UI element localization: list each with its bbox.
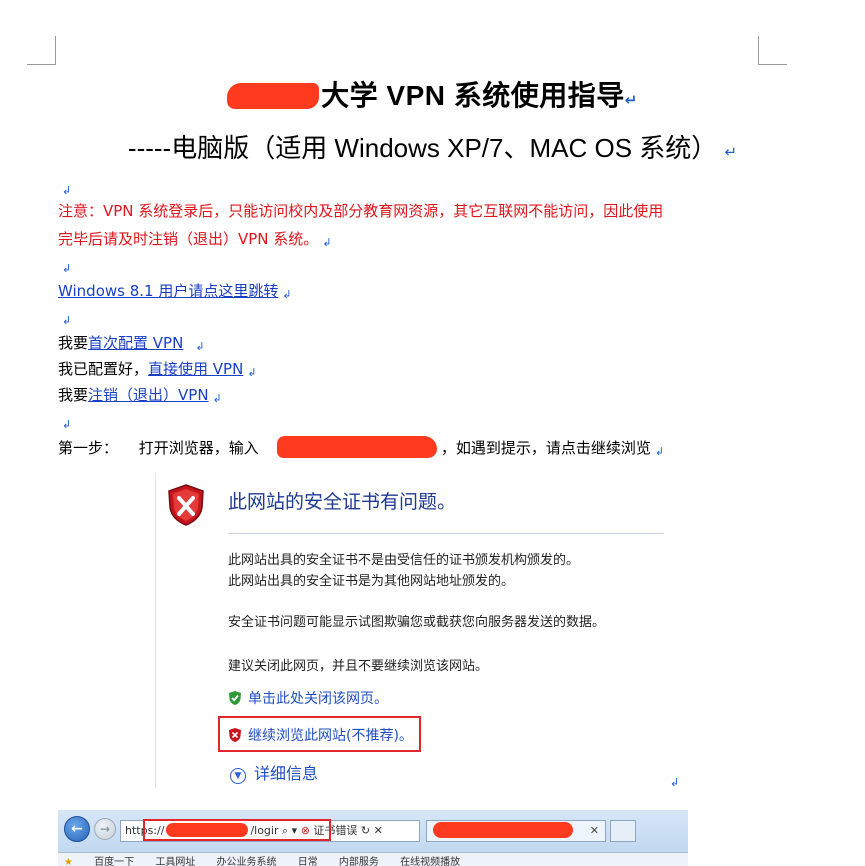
empty-paragraph: ↲	[58, 306, 71, 332]
paragraph-mark-icon: ↲	[247, 366, 257, 379]
favorite-item[interactable]: 百度一下	[94, 857, 134, 866]
cert-divider	[228, 533, 664, 534]
back-arrow-icon: ←	[71, 821, 83, 837]
paragraph-mark-icon: ↲	[62, 314, 72, 327]
forward-arrow-icon: →	[99, 822, 111, 836]
step1-text-before: 打开浏览器，输入	[138, 439, 259, 457]
notice-line-1: 注意：VPN 系统登录后，只能访问校内及部分教育网资源，其它互联网不能访问，因此…	[58, 202, 664, 220]
error-shield-icon	[168, 484, 204, 526]
highlight-box	[143, 819, 331, 841]
document-subtitle-text: -----电脑版（适用 Windows XP/7、MAC OS 系统）	[127, 133, 718, 163]
favorite-item[interactable]: 日常	[298, 857, 318, 866]
paragraph-mark-icon: ↲	[654, 445, 665, 458]
favorites-star-icon[interactable]: ★	[64, 857, 73, 866]
cert-heading: 此网站的安全证书有问题。	[228, 491, 457, 513]
direct-use-line: 我已配置好，直接使用 VPN ↲	[58, 358, 257, 384]
paragraph-mark-icon: ↵	[624, 91, 638, 109]
refresh-icon[interactable]: ↻	[361, 824, 370, 837]
first-config-line: 我要首次配置 VPN ↲	[58, 332, 205, 358]
logout-prefix: 我要	[58, 386, 89, 404]
page-corner-top-left	[27, 36, 56, 65]
paragraph-mark-icon: ↲	[670, 776, 680, 789]
logout-link[interactable]: 注销（退出）VPN	[88, 386, 209, 404]
green-shield-check-icon	[229, 691, 241, 705]
redacted-tab-title	[433, 822, 573, 838]
direct-use-prefix: 我已配置好，	[58, 360, 149, 378]
more-info-label: 详细信息	[254, 764, 319, 783]
browser-tab[interactable]: ✕	[426, 820, 606, 842]
paragraph-mark-icon: ↲	[62, 262, 72, 275]
paragraph-mark-icon: ↲	[62, 418, 72, 431]
paragraph-mark-icon: ↲	[62, 184, 72, 197]
redacted-url	[276, 436, 437, 458]
step1-line: 第一步： 打开浏览器，输入 ，如遇到提示，请点击继续浏览 ↲	[58, 436, 664, 463]
highlight-box	[218, 716, 421, 752]
first-config-link[interactable]: 首次配置 VPN	[88, 334, 183, 352]
empty-paragraph: ↲	[58, 176, 71, 202]
step1-label: 第一步：	[58, 439, 119, 457]
close-page-option[interactable]: 单击此处关闭该网页。	[228, 688, 388, 708]
notice-line-2-text: 完毕后请及时注销（退出）VPN 系统。	[58, 230, 319, 248]
favorite-item[interactable]: 办公业务系统	[217, 857, 277, 866]
more-info-toggle[interactable]: ▼ 详细信息	[230, 760, 318, 784]
first-config-prefix: 我要	[58, 334, 89, 352]
paragraph-mark-icon: ↲	[212, 392, 222, 405]
forward-button[interactable]: →	[94, 818, 116, 840]
browser-toolbar-screenshot: ← → https:///logir ⌕ ▾ ⊗ 证书错误 ↻ ✕ ✕ ★ 百度…	[58, 810, 688, 866]
certificate-error-screenshot: 此网站的安全证书有问题。 此网站出具的安全证书不是由受信任的证书颁发机构颁发的。…	[155, 473, 664, 788]
new-tab-button[interactable]	[610, 820, 636, 842]
page-corner-top-right	[758, 36, 787, 65]
direct-use-link[interactable]: 直接使用 VPN	[148, 360, 243, 378]
favorite-item[interactable]: 在线视频播放	[400, 857, 460, 866]
address-bar[interactable]: https:///logir ⌕ ▾ ⊗ 证书错误 ↻ ✕	[120, 819, 420, 842]
close-page-option-label: 单击此处关闭该网页。	[248, 691, 388, 707]
cert-line-2: 此网站出具的安全证书是为其他网站地址颁发的。	[228, 574, 515, 589]
cert-line-4: 建议关闭此网页，并且不要继续浏览该网站。	[228, 659, 489, 674]
document-title-text: 大学 VPN 系统使用指导	[321, 80, 625, 111]
favorite-item[interactable]: 内部服务	[339, 857, 379, 866]
stop-icon[interactable]: ✕	[374, 824, 383, 837]
notice-line-2: 完毕后请及时注销（退出）VPN 系统。 ↲	[58, 228, 332, 254]
paragraph-mark-icon: ↲	[195, 340, 205, 353]
favorite-item[interactable]: 工具网址	[155, 857, 195, 866]
favorites-bar: ★ 百度一下 工具网址 办公业务系统 日常 内部服务 在线视频播放	[58, 852, 688, 866]
logout-line: 我要注销（退出）VPN ↲	[58, 384, 222, 410]
redaction-mark	[227, 83, 320, 109]
win81-link[interactable]: Windows 8.1 用户请点这里跳转	[58, 282, 278, 300]
document-subtitle: -----电脑版（适用 Windows XP/7、MAC OS 系统） ↵	[0, 128, 865, 165]
chevron-down-icon: ▼	[230, 768, 246, 784]
cert-line-1: 此网站出具的安全证书不是由受信任的证书颁发机构颁发的。	[228, 553, 580, 568]
paragraph-mark-icon: ↲	[282, 288, 292, 301]
empty-paragraph: ↲	[58, 254, 71, 280]
empty-paragraph: ↲	[58, 410, 71, 436]
paragraph-mark-icon: ↲	[322, 236, 332, 249]
step1-text-after: ，如遇到提示，请点击继续浏览	[440, 439, 651, 457]
win81-paragraph: Windows 8.1 用户请点这里跳转 ↲	[58, 280, 292, 306]
cert-line-3: 安全证书问题可能显示试图欺骗您或截获您向服务器发送的数据。	[228, 615, 606, 630]
close-tab-icon[interactable]: ✕	[590, 821, 599, 841]
paragraph-mark-icon: ↵	[724, 143, 738, 161]
document-title: 大学 VPN 系统使用指导↵	[0, 74, 865, 114]
back-button[interactable]: ←	[64, 816, 90, 842]
